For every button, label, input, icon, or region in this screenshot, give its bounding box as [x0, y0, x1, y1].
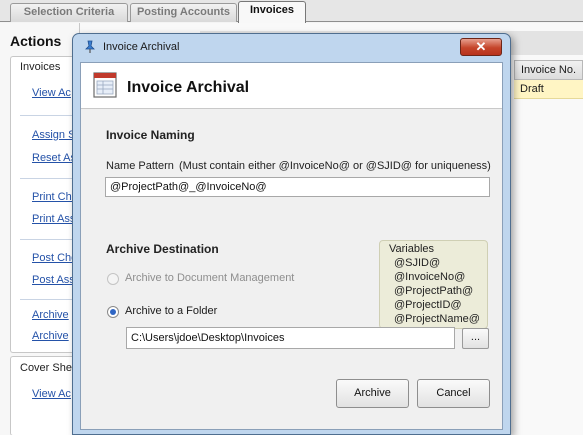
print-assign-link[interactable]: Print Ass [32, 213, 75, 225]
dialog-client-area: Invoice Archival Invoice Naming Name Pat… [80, 62, 503, 430]
divider [20, 115, 80, 116]
archive-to-docmgmt-radio [107, 273, 119, 285]
invoice-document-icon [93, 72, 117, 98]
cancel-button[interactable]: Cancel [417, 379, 490, 408]
tab-selection-criteria[interactable]: Selection Criteria [10, 3, 128, 22]
invoice-no-column-header[interactable]: Invoice No. [514, 60, 583, 80]
dialog-window-title: Invoice Archival [103, 41, 180, 53]
tab-strip: Selection Criteria Posting Accounts Invo… [0, 0, 583, 23]
actions-panel: Actions Invoices View Ac Assign S Reset … [0, 23, 90, 435]
assign-action-link[interactable]: Assign S [32, 129, 75, 141]
invoices-group-title: Invoices [20, 61, 61, 73]
actions-title: Actions [10, 33, 62, 49]
archive-action-link[interactable]: Archive [32, 309, 69, 321]
divider [20, 239, 80, 240]
archive-destination-heading: Archive Destination [106, 242, 219, 256]
variable-item: @SJID@ [394, 257, 441, 269]
cover-group-title: Cover She [20, 362, 72, 374]
folder-path-input[interactable]: C:\Users\jdoe\Desktop\Invoices [126, 327, 455, 349]
archive-to-folder-label[interactable]: Archive to a Folder [125, 305, 217, 317]
variables-title: Variables [389, 243, 435, 255]
archive-button[interactable]: Archive [336, 379, 409, 408]
radio-selected-dot [110, 309, 116, 315]
name-pattern-label: Name Pattern [106, 160, 174, 172]
variable-item: @InvoiceNo@ [394, 271, 466, 283]
invoice-no-cell[interactable]: Draft [514, 80, 583, 99]
archive-action-link-2[interactable]: Archive [32, 330, 69, 342]
invoice-naming-heading: Invoice Naming [106, 128, 195, 142]
invoice-archival-dialog: Invoice Archival ✕ Invoice Archival Invo… [72, 33, 511, 435]
variables-box: Variables @SJID@ @InvoiceNo@ @ProjectPat… [379, 240, 488, 329]
browse-folder-button[interactable]: ... [462, 328, 489, 349]
divider [20, 178, 80, 179]
variable-item: @ProjectPath@ [394, 285, 474, 297]
post-assign-link[interactable]: Post Ass [32, 274, 75, 286]
name-pattern-input[interactable]: @ProjectPath@_@InvoiceNo@ [105, 177, 490, 197]
variable-item: @ProjectID@ [394, 299, 462, 311]
archive-to-folder-radio[interactable] [107, 306, 119, 318]
print-checks-link[interactable]: Print Che [32, 191, 78, 203]
post-checks-link[interactable]: Post Che [32, 252, 77, 264]
reset-action-link[interactable]: Reset As [32, 152, 76, 164]
view-action-link[interactable]: View Ac [32, 87, 71, 99]
tab-invoices[interactable]: Invoices [238, 1, 306, 23]
dialog-title-bar[interactable]: Invoice Archival ✕ [73, 34, 510, 62]
archive-pin-icon [85, 40, 95, 53]
cover-view-link[interactable]: View Ac [32, 388, 71, 400]
dialog-header: Invoice Archival [81, 63, 502, 109]
variable-item: @ProjectName@ [394, 313, 480, 325]
dialog-header-title: Invoice Archival [127, 79, 250, 96]
name-pattern-hint: (Must contain either @InvoiceNo@ or @SJI… [179, 160, 491, 172]
archive-to-docmgmt-label: Archive to Document Management [125, 272, 295, 284]
tab-posting-accounts[interactable]: Posting Accounts [130, 3, 237, 22]
divider [20, 299, 80, 300]
close-button[interactable]: ✕ [460, 38, 502, 56]
